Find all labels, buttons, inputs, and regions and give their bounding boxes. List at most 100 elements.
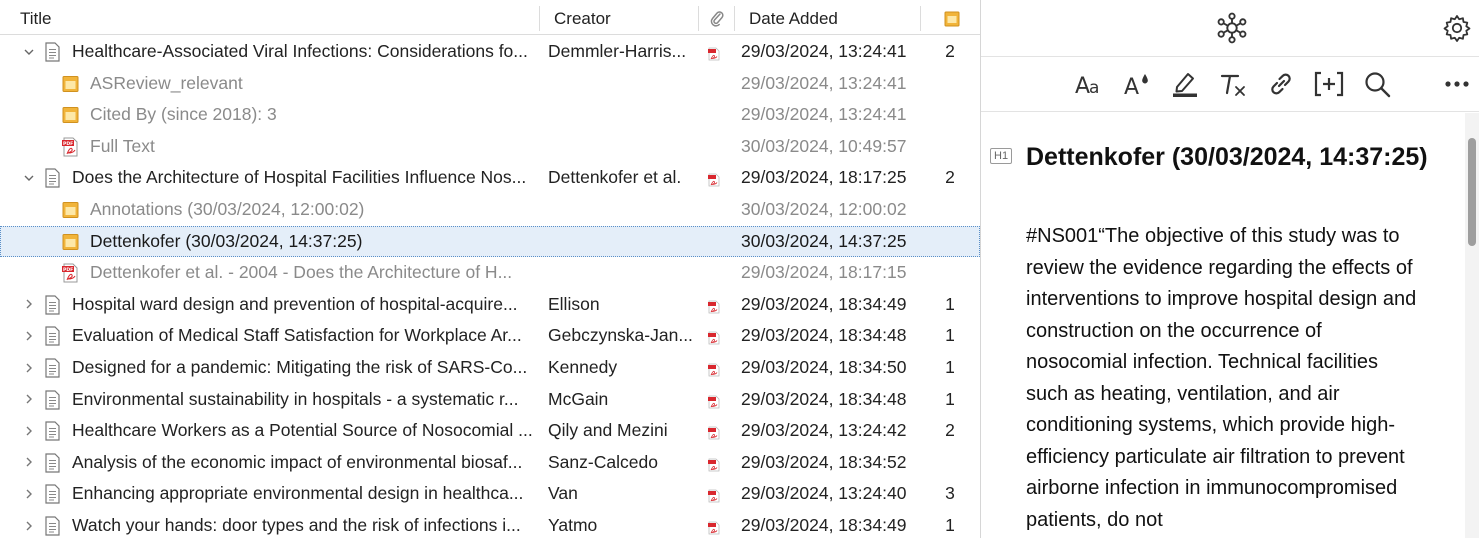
- attachments-column-header[interactable]: [700, 2, 734, 35]
- chevron-down-icon[interactable]: [20, 162, 38, 193]
- date-added: 29/03/2024, 13:24:42: [741, 420, 907, 441]
- pdf-attachment-icon[interactable]: [707, 393, 721, 408]
- item-creator: McGain: [548, 388, 609, 409]
- date-added: 29/03/2024, 18:34:50: [741, 357, 907, 377]
- attachment-title: Dettenkofer (30/03/2024, 14:37:25): [90, 230, 363, 251]
- date-added: 29/03/2024, 18:34:49: [741, 515, 907, 535]
- chevron-right-icon[interactable]: [20, 352, 38, 383]
- item-title: Watch your hands: door types and the ris…: [72, 515, 521, 535]
- notes-count: 1: [945, 357, 955, 377]
- attachment-title: Cited By (since 2018): 3: [90, 104, 277, 125]
- item-row[interactable]: Hospital ward design and prevention of h…: [0, 289, 980, 320]
- column-divider[interactable]: [539, 6, 540, 31]
- attachment-row[interactable]: PDF Full Text 30/03/2024, 10:49:57: [0, 131, 980, 162]
- item-row[interactable]: Evaluation of Medical Staff Satisfaction…: [0, 320, 980, 351]
- item-row[interactable]: Healthcare Workers as a Potential Source…: [0, 415, 980, 446]
- attachment-row[interactable]: Cited By (since 2018): 3 29/03/2024, 13:2…: [0, 99, 980, 130]
- pdf-attachment-icon[interactable]: [707, 298, 721, 314]
- document-icon: [43, 421, 62, 441]
- note-icon: [61, 200, 80, 220]
- column-divider[interactable]: [698, 6, 699, 31]
- date-added: 29/03/2024, 13:24:40: [741, 483, 907, 504]
- chevron-right-icon[interactable]: [20, 289, 38, 320]
- text-color-icon: A: [1124, 74, 1148, 97]
- attachment-row[interactable]: PDF Dettenkofer et al. - 2004 - Does the …: [0, 257, 980, 288]
- insert-citation-button[interactable]: [1313, 68, 1345, 100]
- date-added-column-header[interactable]: Date Added: [749, 2, 838, 35]
- related-items-button[interactable]: [1216, 12, 1248, 44]
- item-creator: Qily and Mezini: [548, 420, 668, 441]
- svg-text:PDF: PDF: [63, 141, 73, 147]
- attachment-row[interactable]: Annotations (30/03/2024, 12:00:02) 30/03/…: [0, 194, 980, 225]
- pdf-icon: PDF: [61, 137, 80, 157]
- pdf-attachment-icon[interactable]: [707, 361, 721, 377]
- column-divider[interactable]: [920, 6, 921, 31]
- scrollbar-thumb[interactable]: [1468, 138, 1476, 246]
- document-icon: [43, 295, 62, 315]
- find-replace-button[interactable]: [1362, 68, 1394, 100]
- attachment-row[interactable]: Dettenkofer (30/03/2024, 14:37:25) 30/03/…: [0, 225, 980, 257]
- creator-column-header[interactable]: Creator: [554, 2, 611, 35]
- clear-formatting-button[interactable]: [1217, 68, 1249, 100]
- attachment-title: ASReview_relevant: [90, 72, 243, 93]
- item-row[interactable]: Enhancing appropriate environmental desi…: [0, 478, 980, 509]
- settings-button[interactable]: [1441, 12, 1473, 44]
- notes-column-header[interactable]: [944, 2, 960, 35]
- pdf-attachment-icon[interactable]: [707, 487, 721, 503]
- clear-formatting-icon: [1220, 74, 1245, 96]
- document-icon: [43, 358, 62, 378]
- highlight-button[interactable]: [1169, 68, 1201, 100]
- item-title: Hospital ward design and prevention of h…: [72, 293, 518, 314]
- item-row[interactable]: Designed for a pandemic: Mitigating the …: [0, 352, 980, 383]
- attachment-title: Annotations (30/03/2024, 12:00:02): [90, 199, 365, 219]
- item-creator: Gebczynska-Jan...: [548, 325, 693, 346]
- item-row[interactable]: Healthcare-Associated Viral Infections: …: [0, 36, 980, 67]
- more-options-button[interactable]: [1441, 68, 1473, 100]
- chevron-right-icon[interactable]: [20, 478, 38, 509]
- note-content[interactable]: H1 Dettenkofer (30/03/2024, 14:37:25) #N…: [981, 113, 1465, 538]
- note-heading[interactable]: Dettenkofer (30/03/2024, 14:37:25): [1026, 143, 1446, 172]
- pdf-attachment-icon[interactable]: [707, 45, 721, 61]
- item-row[interactable]: Analysis of the economic impact of envir…: [0, 447, 980, 478]
- note-scrollbar[interactable]: [1465, 113, 1479, 538]
- text-format-button[interactable]: A a: [1073, 68, 1105, 100]
- document-icon: [43, 453, 62, 473]
- item-title: Environmental sustainability in hospital…: [72, 388, 519, 409]
- note-paragraph[interactable]: #NS001“The objective of this study was t…: [1026, 221, 1418, 536]
- insert-link-button[interactable]: [1265, 68, 1297, 100]
- pdf-attachment-icon[interactable]: [707, 329, 721, 345]
- item-row[interactable]: Watch your hands: door types and the ris…: [0, 510, 980, 538]
- document-icon: [43, 168, 62, 188]
- chevron-down-icon[interactable]: [20, 36, 38, 67]
- notes-count: 2: [945, 420, 955, 441]
- note-icon: [61, 232, 80, 252]
- item-row[interactable]: Does the Architecture of Hospital Facili…: [0, 162, 980, 193]
- notes-count: [930, 447, 970, 478]
- column-divider[interactable]: [734, 6, 735, 31]
- text-color-button[interactable]: A: [1121, 68, 1153, 100]
- chevron-right-icon[interactable]: [20, 384, 38, 415]
- notes-count: 1: [945, 388, 955, 409]
- attachment-row[interactable]: ASReview_relevant 29/03/2024, 13:24:41: [0, 68, 980, 99]
- title-column-header[interactable]: Title: [20, 2, 52, 35]
- item-creator: Demmler-Harris...: [548, 41, 687, 61]
- document-icon: [43, 516, 62, 536]
- item-title: Healthcare Workers as a Potential Source…: [72, 420, 533, 441]
- pdf-attachment-icon[interactable]: [707, 519, 721, 535]
- pdf-attachment-icon[interactable]: [707, 424, 721, 440]
- document-icon: [43, 326, 62, 346]
- search-icon: [1365, 72, 1391, 98]
- pdf-attachment-icon[interactable]: [707, 171, 721, 187]
- item-row[interactable]: Environmental sustainability in hospital…: [0, 384, 980, 415]
- attachment-title: Dettenkofer et al. - 2004 - Does the Arc…: [90, 262, 513, 283]
- item-title: Designed for a pandemic: Mitigating the …: [72, 357, 528, 377]
- date-added: 29/03/2024, 18:34:48: [741, 325, 907, 346]
- item-title: Does the Architecture of Hospital Facili…: [72, 167, 527, 188]
- highlight-icon: [1173, 73, 1197, 97]
- pdf-attachment-icon[interactable]: [707, 456, 721, 472]
- item-creator: Sanz-Calcedo: [548, 451, 658, 472]
- chevron-right-icon[interactable]: [20, 510, 38, 538]
- chevron-right-icon[interactable]: [20, 447, 38, 478]
- chevron-right-icon[interactable]: [20, 320, 38, 351]
- chevron-right-icon[interactable]: [20, 415, 38, 446]
